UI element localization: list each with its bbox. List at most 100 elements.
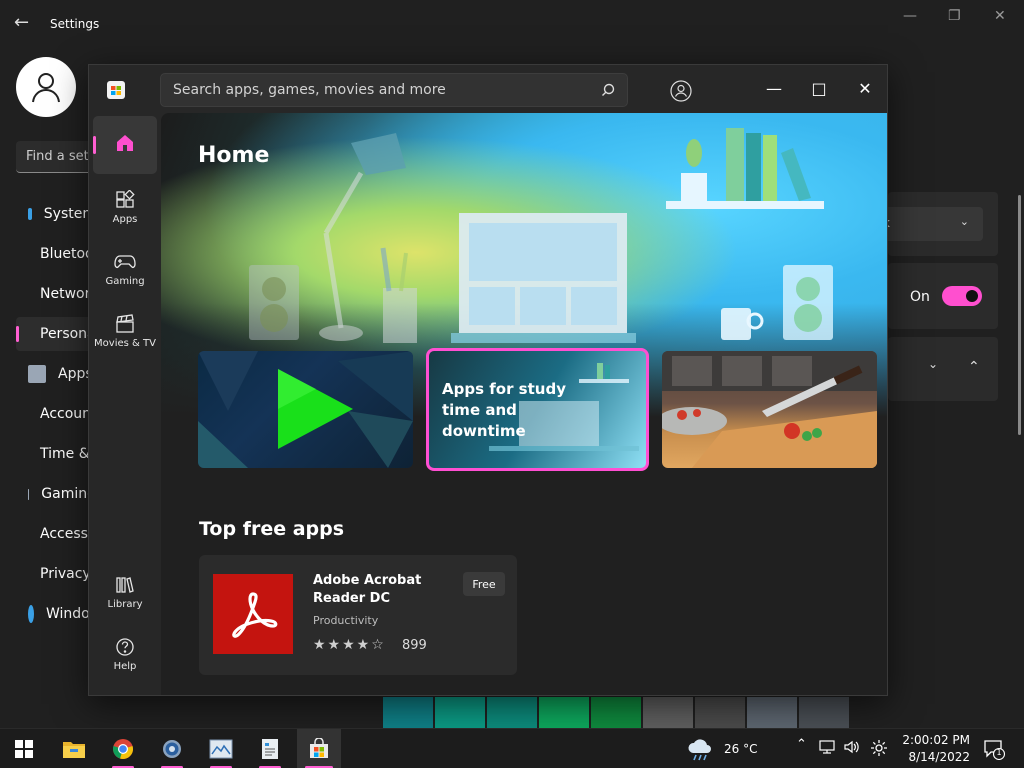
weather-temperature: 26 °C	[724, 742, 758, 756]
accent-swatch[interactable]	[487, 697, 537, 728]
settings-nav-personalization[interactable]: Personalization	[16, 317, 96, 351]
taskbar: 26 °C ⌃ 2:00:02 PM 8/14/2022 1	[0, 728, 1024, 768]
gamepad-icon	[28, 488, 30, 500]
store-search-input[interactable]	[173, 82, 601, 98]
store-logo-icon	[107, 81, 125, 99]
accent-swatch[interactable]	[591, 697, 641, 728]
taskbar-store[interactable]	[297, 729, 341, 768]
store-content: Home Apps for study time and downtime To…	[161, 113, 887, 695]
settings-nav-accessibility[interactable]: Accessibility	[16, 517, 96, 551]
help-icon	[116, 637, 134, 656]
clock-date: 8/14/2022	[908, 750, 970, 764]
chevron-down-icon[interactable]: ⌄	[928, 357, 938, 371]
minimize-icon[interactable]: —	[903, 8, 917, 24]
settings-row-accent: ⌄ ⌃	[888, 337, 998, 401]
rail-item-apps[interactable]: Apps	[93, 178, 157, 236]
taskbar-clock[interactable]: 2:00:02 PM 8/14/2022	[895, 732, 970, 766]
monitor-icon	[28, 208, 32, 220]
accent-swatch[interactable]	[643, 697, 693, 728]
user-avatar[interactable]	[16, 57, 76, 117]
settings-nav-network[interactable]: Network & internet	[16, 277, 96, 311]
settings-nav-accounts[interactable]: Accounts	[16, 397, 96, 431]
taskbar-settings[interactable]	[150, 729, 194, 768]
app-category: Productivity	[313, 614, 379, 627]
rating-count: 899	[402, 638, 427, 653]
volume-icon[interactable]	[843, 739, 861, 759]
price-badge[interactable]: Free	[463, 572, 505, 596]
clapperboard-icon	[116, 313, 134, 333]
rail-item-home[interactable]	[93, 116, 157, 174]
kitchen-art	[662, 351, 877, 468]
network-icon[interactable]	[818, 739, 836, 759]
apps-icon	[116, 189, 135, 208]
toggle-label: On	[910, 289, 930, 305]
rain-cloud-icon	[688, 739, 711, 761]
settings-nav-windows-update[interactable]: Windows Update	[16, 597, 96, 631]
settings-scrollbar[interactable]	[1018, 195, 1021, 435]
accent-swatch[interactable]	[695, 697, 745, 728]
accent-swatch[interactable]	[383, 697, 433, 728]
mode-dropdown[interactable]: k⌄	[875, 207, 983, 241]
weather-widget[interactable]: 26 °C	[686, 737, 757, 761]
restore-icon[interactable]: ❐	[948, 8, 961, 24]
notification-center-icon[interactable]: 1	[983, 738, 1006, 761]
transparency-toggle[interactable]	[942, 286, 982, 306]
close-icon[interactable]: ✕	[994, 8, 1006, 24]
taskbar-file-explorer[interactable]	[52, 729, 96, 768]
hero-card-caption: Apps for study time and downtime	[442, 380, 566, 440]
settings-nav-gaming[interactable]: Gaming	[16, 477, 96, 511]
hero-card-cooking[interactable]	[662, 351, 877, 468]
store-window: — □ ✕ Apps Gaming Movies & TV Library He…	[88, 64, 888, 696]
hero-card-study[interactable]: Apps for study time and downtime	[426, 348, 649, 471]
gear-icon[interactable]	[870, 739, 888, 761]
play-triangle-art	[198, 351, 413, 468]
notification-count: 1	[996, 748, 1002, 757]
accent-swatch[interactable]	[539, 697, 589, 728]
accent-swatch[interactable]	[435, 697, 485, 728]
acrobat-icon	[213, 574, 293, 654]
apps-grid-icon	[28, 365, 46, 383]
page-title: Home	[198, 143, 270, 168]
settings-titlebar: ← Settings — ❐ ✕	[0, 0, 1024, 48]
start-button[interactable]	[2, 729, 46, 768]
document-icon	[262, 739, 278, 759]
taskbar-photos[interactable]	[199, 729, 243, 768]
taskbar-notepad[interactable]	[248, 729, 292, 768]
chrome-icon	[113, 739, 133, 759]
taskbar-chrome[interactable]	[101, 729, 145, 768]
accent-swatch[interactable]	[799, 697, 849, 728]
library-icon	[116, 576, 134, 593]
refresh-icon	[28, 605, 34, 623]
section-title-top-free: Top free apps	[199, 518, 345, 540]
gear-icon	[163, 740, 181, 758]
gamepad-icon	[114, 254, 136, 268]
minimize-icon[interactable]: —	[759, 73, 789, 103]
chevron-up-icon[interactable]: ⌃	[796, 737, 807, 752]
settings-nav-apps[interactable]: Apps	[16, 357, 96, 391]
chevron-up-icon[interactable]: ⌃	[968, 359, 980, 375]
accent-color-swatches	[383, 697, 849, 728]
back-arrow-icon[interactable]: ←	[14, 12, 29, 33]
rail-item-gaming[interactable]: Gaming	[93, 240, 157, 298]
rail-item-help[interactable]: Help	[93, 625, 157, 683]
windows-logo-icon	[15, 740, 33, 758]
app-card-acrobat[interactable]: Adobe Acrobat Reader DC Productivity ★★★…	[199, 555, 517, 675]
account-icon[interactable]	[669, 79, 693, 103]
rail-item-library[interactable]: Library	[93, 563, 157, 621]
hero-illustration	[249, 128, 833, 343]
store-bag-icon	[310, 738, 328, 758]
search-icon[interactable]	[601, 83, 615, 97]
clock-time: 2:00:02 PM	[902, 733, 970, 747]
chevron-down-icon: ⌄	[959, 215, 969, 228]
rail-item-movies-tv[interactable]: Movies & TV	[93, 302, 157, 360]
settings-nav-time[interactable]: Time & language	[16, 437, 96, 471]
settings-nav-system[interactable]: System	[16, 197, 96, 231]
store-search-box[interactable]	[160, 73, 628, 107]
accent-swatch[interactable]	[747, 697, 797, 728]
close-icon[interactable]: ✕	[850, 73, 880, 103]
maximize-icon[interactable]: □	[804, 73, 834, 103]
hero-card-play[interactable]	[198, 351, 413, 468]
settings-nav-bluetooth[interactable]: Bluetooth & devices	[16, 237, 96, 271]
store-nav-rail: Apps Gaming Movies & TV Library Help	[89, 113, 161, 695]
settings-nav-privacy[interactable]: Privacy & security	[16, 557, 96, 591]
